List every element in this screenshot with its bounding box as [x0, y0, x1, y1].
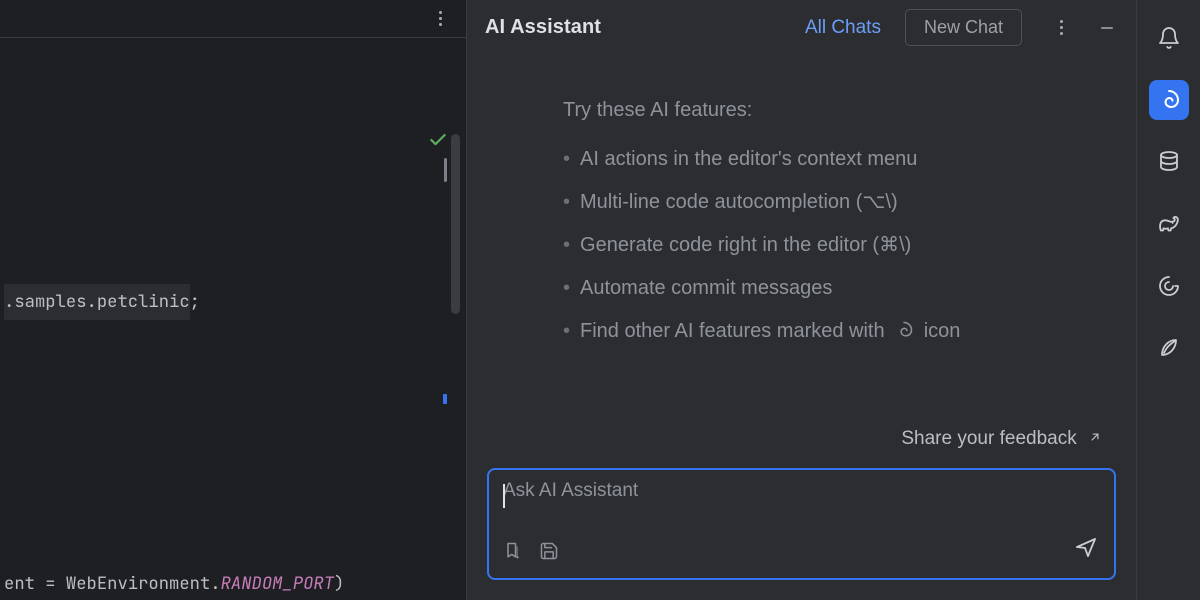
tip-text-b: icon	[924, 320, 961, 342]
panel-content: Try these AI features: AI actions in the…	[467, 55, 1136, 420]
panel-header: AI Assistant All Chats New Chat	[467, 0, 1136, 55]
text-caret	[503, 484, 505, 508]
notifications-button[interactable]	[1149, 18, 1189, 58]
code-editor[interactable]: .samples.petclinic; ent = WebEnvironment…	[0, 38, 466, 600]
tip-text: Multi-line code autocompletion (⌥\)	[580, 187, 1098, 218]
feedback-text: Share your feedback	[901, 428, 1076, 449]
inspection-ok-icon[interactable]	[322, 90, 448, 196]
gradle-button[interactable]	[1149, 204, 1189, 244]
chat-input-container	[487, 468, 1116, 580]
tip-item: AI actions in the editor's context menu	[563, 144, 1098, 175]
spring-button[interactable]	[1149, 328, 1189, 368]
tips-heading: Try these AI features:	[563, 95, 1098, 126]
tip-text: Automate commit messages	[580, 273, 1098, 304]
ai-assistant-panel: AI Assistant All Chats New Chat Try thes…	[466, 0, 1136, 600]
editor-marker[interactable]	[444, 158, 447, 182]
code-token: )	[334, 572, 344, 595]
tips-list: AI actions in the editor's context menu …	[563, 144, 1098, 350]
tip-text: AI actions in the editor's context menu	[580, 144, 1098, 175]
save-icon[interactable]	[539, 541, 559, 566]
services-button[interactable]	[1149, 266, 1189, 306]
tip-text-a: Find other AI features marked with	[580, 320, 885, 342]
right-tool-strip	[1136, 0, 1200, 600]
tip-item: Multi-line code autocompletion (⌥\)	[563, 187, 1098, 218]
tip-text: Generate code right in the editor (⌘\)	[580, 230, 1098, 261]
editor-tab-header	[0, 0, 466, 38]
editor-pane: .samples.petclinic; ent = WebEnvironment…	[0, 0, 466, 600]
chat-input[interactable]	[503, 480, 1100, 520]
editor-more-menu[interactable]	[428, 7, 452, 31]
database-button[interactable]	[1149, 142, 1189, 182]
new-chat-button[interactable]: New Chat	[905, 9, 1022, 46]
code-token: RANDOM_PORT	[221, 572, 334, 595]
bookmark-icon[interactable]	[503, 541, 523, 566]
tip-item: Find other AI features marked with icon	[563, 316, 1098, 350]
panel-minimize-button[interactable]	[1096, 17, 1118, 39]
send-button[interactable]	[1074, 535, 1098, 564]
ai-swirl-icon	[894, 319, 914, 350]
editor-caret-marker[interactable]	[443, 394, 447, 404]
code-token: ent = WebEnvironment.	[4, 572, 221, 595]
panel-title: AI Assistant	[485, 16, 601, 39]
external-link-icon	[1088, 428, 1102, 449]
editor-scrollbar[interactable]	[451, 134, 460, 314]
panel-more-menu[interactable]	[1050, 20, 1072, 35]
tip-item: Generate code right in the editor (⌘\)	[563, 230, 1098, 261]
ai-assistant-button[interactable]	[1149, 80, 1189, 120]
all-chats-link[interactable]: All Chats	[805, 17, 881, 39]
code-token: .samples.petclinic	[4, 290, 190, 313]
code-token: ;	[190, 290, 200, 313]
share-feedback-link[interactable]: Share your feedback	[467, 420, 1136, 450]
tip-item: Automate commit messages	[563, 273, 1098, 304]
